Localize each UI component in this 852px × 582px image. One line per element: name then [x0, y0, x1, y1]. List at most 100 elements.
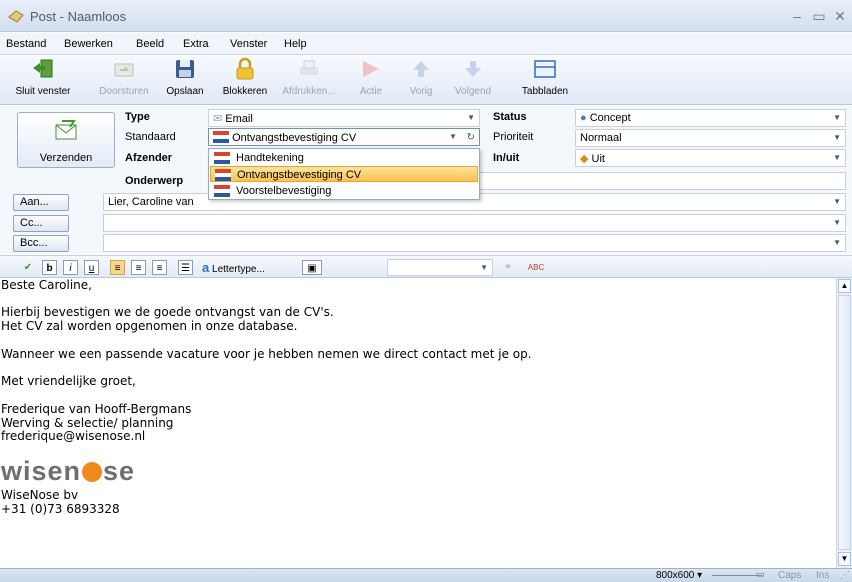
menu-bestand[interactable]: Bestand	[6, 38, 46, 50]
abc-check-icon[interactable]: ABC	[526, 260, 546, 275]
next-button[interactable]: Volgend	[448, 57, 498, 103]
tabs-button[interactable]: Tabbladen	[516, 57, 574, 103]
minimize-button[interactable]: –	[786, 6, 808, 26]
company-name: WiseNose bv	[1, 488, 79, 502]
refresh-icon: ↻	[466, 132, 475, 143]
standard-select[interactable]: Ontvangstbevestiging CV ▼ ↻	[208, 128, 480, 146]
arrow-down-icon	[465, 61, 481, 77]
font-button[interactable]: a Lettertype...	[202, 260, 294, 275]
company-phone: +31 (0)73 6893328	[1, 502, 120, 516]
type-value: Email	[225, 113, 253, 125]
subject-label: Onderwerp	[125, 175, 184, 187]
chevron-down-icon: ▼	[480, 263, 488, 272]
status-select[interactable]: ● Concept ▼	[575, 109, 846, 127]
cc-button[interactable]: Cc...	[13, 215, 69, 232]
dropdown-item-voorstelbevestiging[interactable]: Voorstelbevestiging	[210, 183, 478, 199]
save-button[interactable]: Opslaan	[160, 57, 210, 103]
chevron-down-icon: ▼	[833, 197, 841, 206]
insert-image-button[interactable]: ▣	[302, 260, 322, 275]
menu-beeld[interactable]: Beeld	[136, 38, 164, 50]
company-logo: wisen se	[1, 456, 136, 486]
forward-button[interactable]: Doorsturen	[92, 57, 156, 103]
align-center-button[interactable]: ≡	[131, 260, 146, 275]
menu-help[interactable]: Help	[284, 38, 307, 50]
signature-email: frederique@wisenose.nl	[1, 429, 146, 443]
bcc-input[interactable]: ▼	[103, 234, 846, 252]
body-line: Hierbij bevestigen we de goede ontvangst…	[1, 305, 334, 319]
action-icon	[363, 61, 379, 77]
flag-icon	[213, 131, 229, 143]
flag-icon	[215, 169, 231, 181]
align-left-button[interactable]: ≡	[110, 260, 125, 275]
to-button[interactable]: Aan...	[13, 194, 69, 211]
vertical-scrollbar[interactable]: ▲ ▼	[836, 278, 852, 568]
italic-button[interactable]: i	[63, 260, 78, 275]
menu-extra[interactable]: Extra	[183, 38, 209, 50]
bold-button[interactable]: b	[42, 260, 57, 275]
menu-bewerken[interactable]: Bewerken	[64, 38, 113, 50]
priority-select[interactable]: Normaal ▼	[575, 129, 846, 147]
print-button[interactable]: Afdrukken...	[276, 57, 342, 103]
body-line: Het CV zal worden opgenomen in onze data…	[1, 319, 298, 333]
bullet-list-button[interactable]: ☰	[178, 260, 193, 275]
window-title: Post - Naamloos	[30, 9, 127, 24]
block-button[interactable]: Blokkeren	[218, 57, 272, 103]
chevron-down-icon: ▼	[833, 218, 841, 227]
zoom-slider[interactable]	[712, 575, 762, 576]
body-closing: Met vriendelijke groet,	[1, 374, 136, 388]
maximize-button[interactable]: ▭	[808, 6, 830, 26]
menu-venster[interactable]: Venster	[230, 38, 267, 50]
status-value: Concept	[589, 112, 631, 124]
status-label: Status	[493, 111, 527, 123]
action-button[interactable]: Actie	[350, 57, 392, 103]
message-body[interactable]: Beste Caroline, Hierbij bevestigen we de…	[0, 278, 836, 568]
link-icon[interactable]: ⚭	[500, 260, 516, 275]
resolution-select[interactable]: 800x600 ▾	[656, 570, 702, 581]
flag-icon	[214, 185, 230, 197]
standard-dropdown-list: Handtekening Ontvangstbevestiging CV Voo…	[208, 148, 480, 200]
close-button[interactable]: ✕	[829, 6, 851, 26]
printer-icon	[300, 60, 318, 75]
align-right-button[interactable]: ≡	[152, 260, 167, 275]
spellcheck-icon[interactable]: ✔	[20, 260, 36, 275]
bcc-button[interactable]: Bcc...	[13, 235, 69, 252]
chevron-down-icon: ▼	[467, 113, 475, 122]
scroll-down-icon[interactable]: ▼	[838, 552, 851, 566]
inout-label: In/uit	[493, 152, 520, 164]
toolbar: Sluit venster Doorsturen Opslaan Blokker…	[0, 55, 852, 105]
resize-grip-icon[interactable]: ⋰	[840, 570, 850, 581]
send-button[interactable]: Verzenden	[17, 112, 115, 168]
status-dot-icon: ●	[580, 112, 587, 124]
to-value: Lier, Caroline van	[108, 196, 194, 208]
dropdown-item-ontvangstbevestiging[interactable]: Ontvangstbevestiging CV	[210, 166, 478, 182]
underline-button[interactable]: u	[84, 260, 99, 275]
flag-icon	[214, 152, 230, 164]
scroll-up-icon[interactable]: ▲	[838, 279, 851, 293]
app-icon	[8, 10, 24, 23]
inout-select[interactable]: ◆ Uit ▼	[575, 149, 846, 167]
previous-button[interactable]: Vorig	[400, 57, 442, 103]
body-greeting: Beste Caroline,	[1, 278, 92, 292]
menu-bar: Bestand Bewerken Beeld Extra Venster Hel…	[0, 33, 852, 55]
font-size-select[interactable]: ▼	[387, 259, 493, 276]
signature-name: Frederique van Hooff-Bergmans	[1, 402, 192, 416]
priority-label: Prioriteit	[493, 131, 534, 143]
standard-value: Ontvangstbevestiging CV	[232, 132, 357, 144]
title-bar: Post - Naamloos – ▭ ✕	[0, 0, 852, 32]
chevron-down-icon: ▼	[833, 238, 841, 247]
logo-dot-icon	[82, 462, 103, 482]
close-window-button[interactable]: Sluit venster	[0, 57, 86, 103]
send-icon	[55, 120, 77, 140]
outbox-icon: ◆	[580, 153, 589, 165]
dropdown-item-handtekening[interactable]: Handtekening	[210, 150, 478, 166]
standard-label: Standaard	[125, 131, 176, 143]
scroll-thumb[interactable]	[838, 295, 851, 550]
chevron-down-icon: ▼	[833, 133, 841, 142]
lock-icon	[236, 57, 254, 80]
type-select[interactable]: ✉ Email ▼	[208, 109, 480, 127]
cc-input[interactable]: ▼	[103, 214, 846, 232]
sender-label: Afzender	[125, 152, 173, 164]
type-label: Type	[125, 111, 150, 123]
close-window-icon	[33, 59, 53, 78]
zoom-thumb-icon[interactable]: ▭	[756, 569, 765, 580]
